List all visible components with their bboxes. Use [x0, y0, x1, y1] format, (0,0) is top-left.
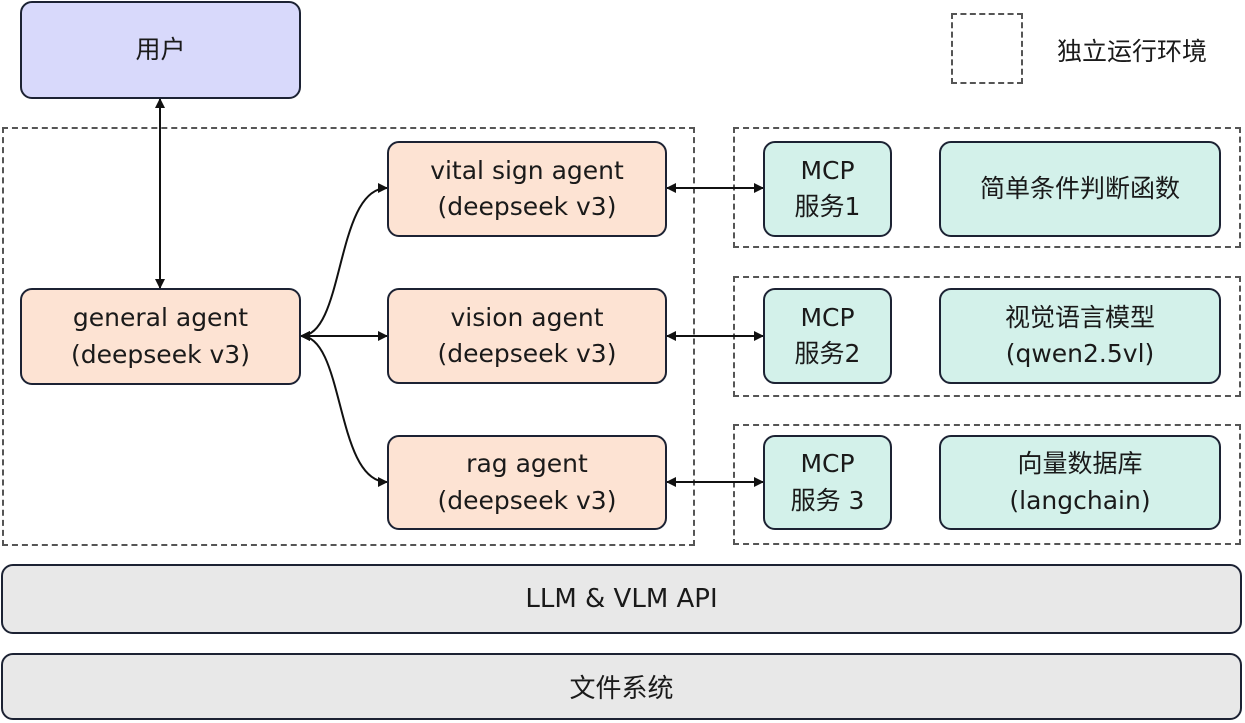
mcp-service-3-node: MCP 服务 3 [763, 435, 892, 530]
tool-name: 向量数据库 [1017, 449, 1143, 479]
agent-model: (deepseek v3) [437, 339, 617, 368]
vision-language-model-node: 视觉语言模型 (qwen2.5vl) [939, 288, 1221, 384]
mcp-service-2-node: MCP 服务2 [763, 288, 892, 384]
tool-detail: (qwen2.5vl) [1005, 339, 1155, 368]
mcp-label: MCP [800, 449, 855, 479]
mcp-service-1-node: MCP 服务1 [763, 141, 892, 237]
tool-detail: (langchain) [1009, 485, 1151, 515]
file-system-layer: 文件系统 [1, 653, 1242, 720]
mcp-service-name: 服务2 [794, 339, 861, 368]
general-rag-arrow [300, 331, 388, 487]
user-label: 用户 [135, 34, 186, 64]
vision-agent-node: vision agent (deepseek v3) [387, 288, 667, 384]
vector-database-node: 向量数据库 (langchain) [939, 435, 1221, 530]
mcp-label: MCP [800, 155, 855, 185]
mcp-service-name: 服务 3 [790, 485, 865, 515]
tool-name: 视觉语言模型 [1004, 302, 1155, 332]
vital-sign-agent-node: vital sign agent (deepseek v3) [387, 141, 667, 237]
general-agent-node: general agent (deepseek v3) [20, 288, 301, 385]
llm-vlm-api-layer: LLM & VLM API [1, 564, 1242, 634]
rag-agent-node: rag agent (deepseek v3) [387, 435, 667, 530]
fs-layer-label: 文件系统 [569, 674, 674, 704]
general-vital-arrow [300, 183, 388, 341]
general-agent-model: (deepseek v3) [71, 339, 250, 369]
tool-name: 简单条件判断函数 [979, 173, 1180, 203]
agent-model: (deepseek v3) [437, 192, 617, 221]
agent-name: vision agent [450, 302, 604, 332]
agent-name: rag agent [466, 449, 588, 479]
general-agent-name: general agent [72, 303, 249, 333]
agent-name: vital sign agent [430, 155, 624, 185]
mcp-label: MCP [800, 302, 855, 332]
mcp-service-name: 服务1 [794, 192, 861, 221]
agent-model: (deepseek v3) [437, 485, 617, 515]
api-layer-label: LLM & VLM API [525, 584, 718, 614]
condition-function-node: 简单条件判断函数 [939, 141, 1221, 237]
user-node: 用户 [20, 1, 301, 99]
